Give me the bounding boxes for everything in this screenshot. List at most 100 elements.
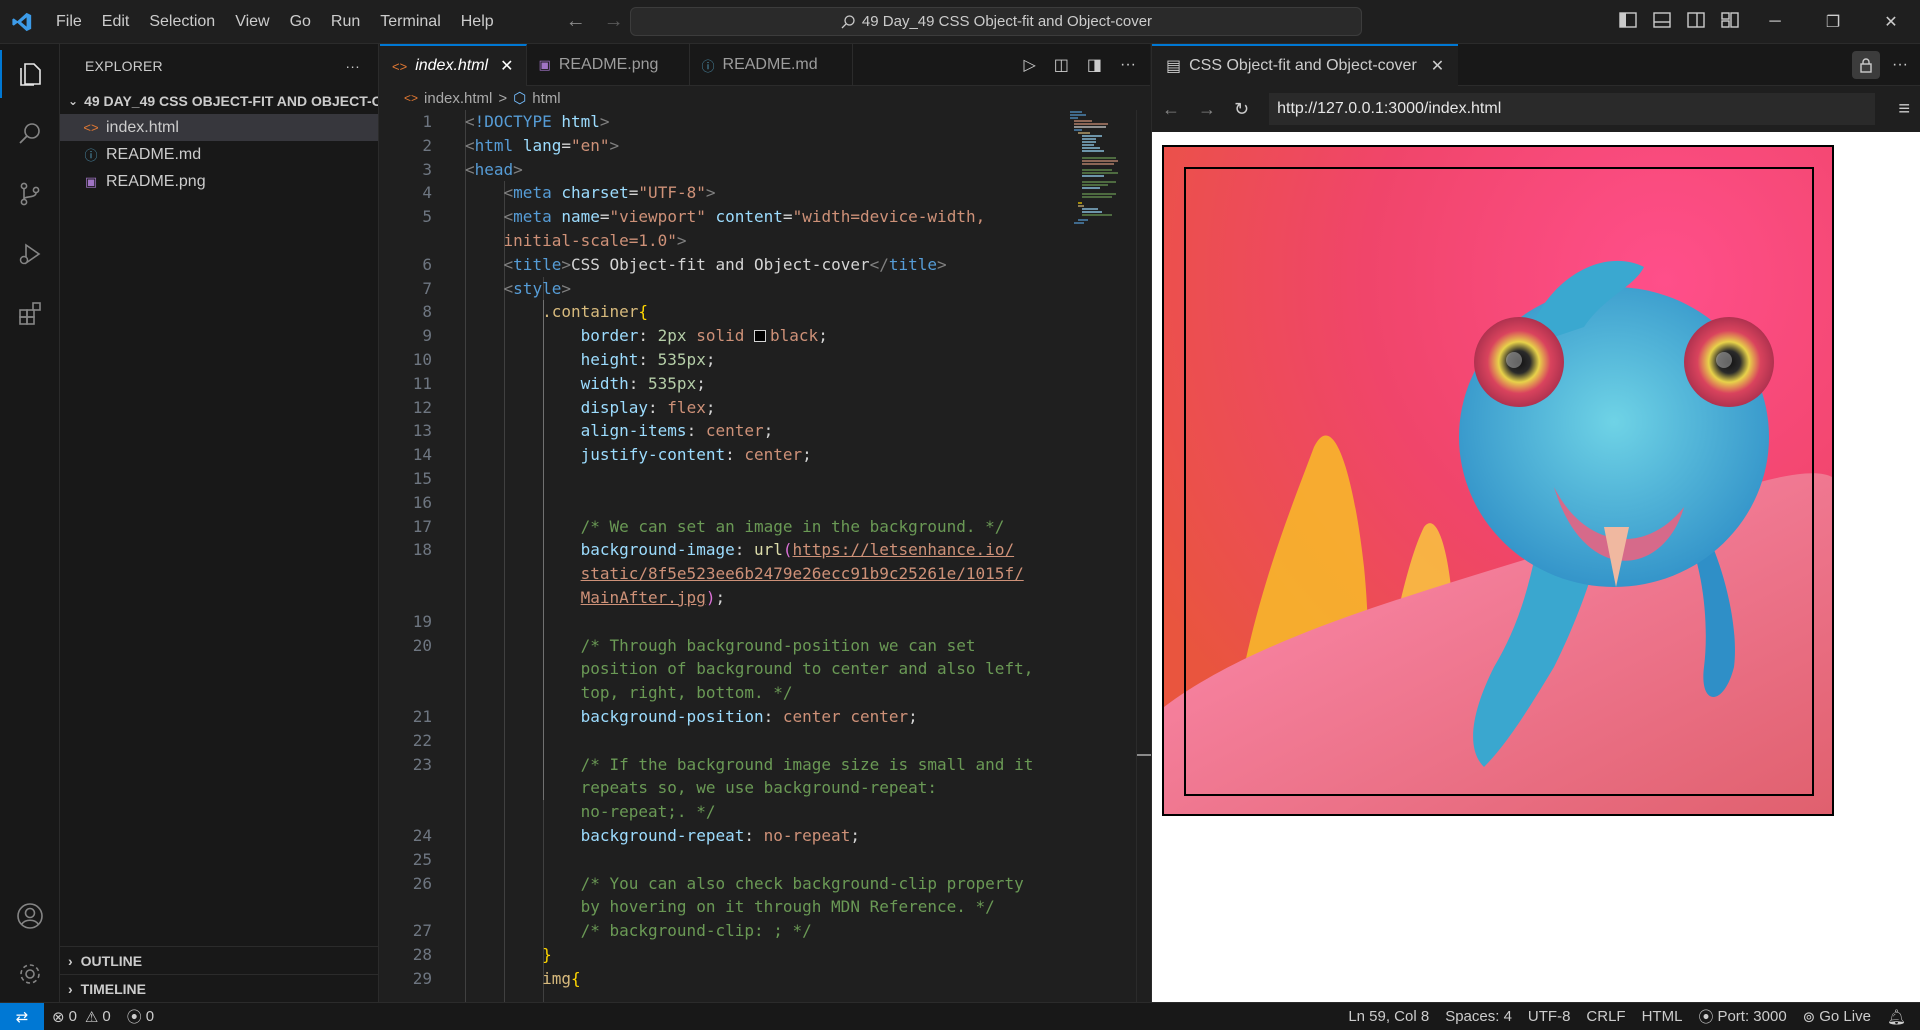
command-center-search[interactable]: 49 Day_49 CSS Object-fit and Object-cove…	[630, 7, 1362, 36]
toggle-sidebar-icon[interactable]	[1618, 10, 1638, 30]
workspace-folder[interactable]: ⌄ 49 DAY_49 CSS OBJECT-FIT AND OBJECT-C.…	[60, 88, 378, 114]
timeline-section[interactable]: › TIMELINE	[60, 974, 379, 1002]
manage-activity[interactable]	[0, 944, 60, 1004]
notifications-bell-icon[interactable]: 🔔︎	[1879, 1008, 1920, 1026]
server-port[interactable]: ⦿ Port: 3000	[1690, 1006, 1794, 1027]
menu-icon[interactable]: ≡	[1898, 98, 1910, 121]
line-ending[interactable]: CRLF	[1578, 1008, 1633, 1025]
container-box	[1162, 145, 1834, 816]
code-line: 8 .container{	[380, 300, 1150, 324]
menu-file[interactable]: File	[46, 7, 92, 37]
file-label: index.html	[106, 118, 179, 136]
breadcrumb: <> index.html > ⬡ html	[380, 86, 1150, 110]
tab-readme-md[interactable]: ⓘ README.md	[690, 44, 853, 86]
code-line: 17 /* We can set an image in the backgro…	[380, 515, 1150, 539]
cursor-position[interactable]: Ln 59, Col 8	[1340, 1008, 1437, 1025]
breadcrumb-element[interactable]: html	[532, 90, 560, 107]
vscode-logo-icon	[0, 0, 44, 44]
indentation[interactable]: Spaces: 4	[1437, 1008, 1520, 1025]
tab-preview[interactable]: ▤ CSS Object-fit and Object-cover ✕	[1152, 43, 1459, 86]
code-line: 3 <head>	[380, 158, 1150, 182]
more-actions-icon[interactable]: ···	[345, 58, 360, 74]
more-actions-icon[interactable]: ···	[1120, 56, 1136, 74]
extensions-activity[interactable]	[0, 284, 60, 344]
forward-arrow-icon[interactable]: →	[1198, 99, 1216, 120]
menu-terminal[interactable]: Terminal	[370, 7, 450, 37]
menu-view[interactable]: View	[225, 7, 279, 37]
run-icon[interactable]: ▷	[1023, 55, 1035, 75]
close-icon[interactable]: ✕	[1431, 56, 1444, 76]
line-number: 25	[412, 849, 432, 869]
run-debug-activity[interactable]	[0, 224, 60, 284]
code-line: 2 <html lang="en">	[380, 134, 1150, 158]
url-text: http://127.0.0.1:3000/index.html	[1277, 100, 1502, 117]
broadcast-icon: ⦿	[126, 1009, 142, 1026]
problems-status[interactable]: ⊗ 0 ⚠ 0	[44, 1008, 119, 1026]
code-line: 1 <!DOCTYPE html>	[380, 110, 1150, 134]
open-preview-icon[interactable]: ◫	[1054, 55, 1069, 75]
language-mode[interactable]: HTML	[1634, 1008, 1691, 1025]
file-readme-png[interactable]: ▣ README.png	[60, 168, 378, 195]
source-control-icon	[20, 182, 40, 206]
outline-section[interactable]: › OUTLINE	[60, 946, 379, 974]
html-file-icon: <>	[83, 120, 99, 135]
line-number: 14	[412, 445, 432, 465]
info-file-icon: ⓘ	[701, 58, 715, 74]
restore-button[interactable]: ❐	[1804, 0, 1862, 44]
minimize-button[interactable]: ─	[1746, 0, 1804, 44]
tab-label: index.html	[415, 57, 489, 74]
back-arrow-icon[interactable]: ←	[566, 10, 586, 33]
more-actions-icon[interactable]: ···	[1892, 56, 1908, 74]
lock-icon[interactable]	[1852, 51, 1881, 79]
url-input[interactable]: http://127.0.0.1:3000/index.html	[1269, 93, 1876, 125]
code-line: static/8f5e523ee6b2479e26ecc91b9c25261e/…	[580, 564, 1024, 584]
customize-layout-icon[interactable]	[1720, 10, 1740, 30]
ports-status[interactable]: ⦿ 0	[119, 1006, 162, 1027]
toggle-panel-icon[interactable]	[1652, 10, 1672, 30]
run-debug-icon	[19, 243, 41, 265]
code-line: 9 border: 2px solid black;	[380, 324, 1150, 348]
encoding[interactable]: UTF-8	[1520, 1008, 1579, 1025]
ports-count: 0	[145, 1008, 155, 1025]
remote-indicator-icon[interactable]: ⇄	[0, 1002, 44, 1030]
code-editor[interactable]: 1 <!DOCTYPE html> 2 <html lang="en"> 3 <hea…	[380, 110, 1150, 1002]
reload-icon[interactable]: ↻	[1234, 99, 1249, 120]
menu-edit[interactable]: Edit	[92, 7, 140, 37]
history-navigation: ← →	[566, 10, 624, 33]
forward-arrow-icon[interactable]: →	[604, 10, 624, 33]
menu-help[interactable]: Help	[451, 7, 504, 37]
code-line: repeats so, we use background-repeat:	[580, 778, 938, 798]
toggle-secondary-sidebar-icon[interactable]	[1686, 10, 1706, 30]
code-line: 24 background-repeat: no-repeat;	[380, 824, 1150, 848]
close-window-button[interactable]: ✕	[1862, 0, 1920, 44]
search-activity[interactable]	[0, 104, 60, 164]
code-line: 18 background-image: url(https://letsenh…	[380, 538, 1150, 562]
breadcrumb-file[interactable]: index.html	[424, 90, 492, 107]
editor-actions: ▷ ◫ ◨ ···	[1023, 44, 1136, 86]
editor-scrollbar[interactable]	[1136, 110, 1151, 1002]
breadcrumb-separator: >	[498, 89, 508, 107]
code-line: initial-scale=1.0">	[503, 230, 687, 250]
layout-controls	[1618, 10, 1740, 30]
go-live-button[interactable]: ⊚ Go Live	[1795, 1008, 1879, 1026]
explorer-sidebar: EXPLORER ··· ⌄ 49 DAY_49 CSS OBJECT-FIT …	[60, 44, 379, 1002]
file-index-html[interactable]: <> index.html	[60, 114, 378, 141]
back-arrow-icon[interactable]: ←	[1162, 99, 1180, 120]
menu-run[interactable]: Run	[321, 7, 370, 37]
menu-selection[interactable]: Selection	[139, 7, 225, 37]
close-icon[interactable]: ✕	[500, 56, 513, 76]
split-editor-icon[interactable]: ◨	[1087, 55, 1102, 75]
minimap[interactable]	[1068, 110, 1138, 230]
html-file-icon: <>	[392, 58, 408, 74]
menu-go[interactable]: Go	[280, 7, 321, 37]
tab-index-html[interactable]: <> index.html ✕	[380, 44, 527, 86]
file-readme-md[interactable]: ⓘ README.md	[60, 141, 378, 168]
tab-readme-png[interactable]: ▣ README.png	[527, 44, 690, 86]
preview-actions: ···	[1852, 51, 1908, 79]
accounts-activity[interactable]	[0, 886, 60, 946]
line-number: 3	[422, 159, 432, 179]
source-control-activity[interactable]	[0, 164, 60, 224]
activity-bar	[0, 44, 60, 1002]
title-bar: File Edit Selection View Go Run Terminal…	[0, 0, 1920, 44]
explorer-activity[interactable]	[0, 44, 60, 104]
